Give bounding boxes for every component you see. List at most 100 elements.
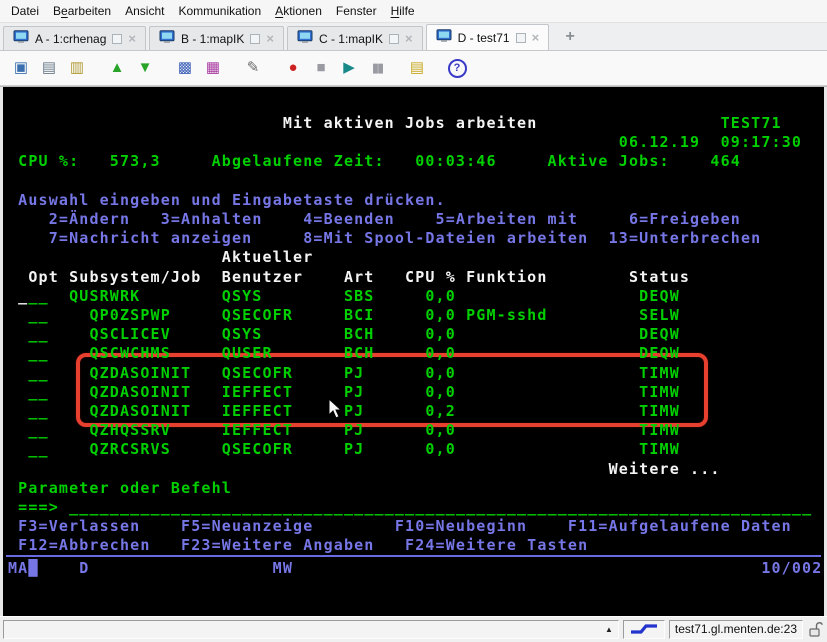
connection-icon <box>629 623 659 635</box>
toolbar: ▣ ▤ ▥ ▲ ▼ ▩ ▦ ✎ ● ■ ▶ ▮▮ ▤? <box>0 51 827 86</box>
menu-ansicht[interactable]: Ansicht <box>118 1 171 21</box>
terminal-text: Mit aktiven Jobs arbeiten <box>283 114 538 133</box>
menu-kommunikation[interactable]: Kommunikation <box>171 1 268 21</box>
terminal-text: PJ <box>344 383 364 402</box>
terminal-input-field[interactable]: __ <box>28 402 48 421</box>
terminal-text: TIMW <box>639 383 680 402</box>
terminal-text: 4=Beenden <box>303 210 395 229</box>
terminal-text: TIMW <box>639 421 680 440</box>
copy-icon[interactable]: ▤ <box>38 57 60 79</box>
status-message-field: ▲ <box>3 620 619 639</box>
menu-fenster[interactable]: Fenster <box>329 1 384 21</box>
tab-close-icon[interactable]: × <box>266 34 274 44</box>
terminal-input-field[interactable]: _ <box>18 287 28 306</box>
tab-close-icon[interactable]: × <box>405 34 413 44</box>
pause-macro-icon[interactable]: ▮▮ <box>366 57 388 79</box>
menu-datei[interactable]: Datei <box>4 1 46 21</box>
tab-d-test71[interactable]: D - test71× <box>426 24 550 50</box>
terminal-text: 13=Unterbrechen <box>609 229 762 248</box>
tab-label: B - 1:mapIK <box>181 32 244 46</box>
terminal-text: BCI <box>344 306 375 325</box>
terminal-text: 0,0 <box>425 421 456 440</box>
tab-a-1-crhenag[interactable]: A - 1:crhenag× <box>3 26 146 50</box>
play-macro-icon[interactable]: ▶ <box>338 57 360 79</box>
host-address-panel: test71.gl.menten.de:23 <box>669 620 803 639</box>
terminal-text: TEST71 <box>721 114 782 133</box>
scratchpad-icon[interactable]: ▤ <box>406 57 428 79</box>
terminal-input-field[interactable]: __ <box>28 287 48 306</box>
host-address: test71.gl.menten.de:23 <box>675 622 797 636</box>
status-history-arrow-icon[interactable]: ▲ <box>605 625 613 635</box>
terminal-text: SBS <box>344 287 375 306</box>
help-icon[interactable]: ? <box>446 57 468 79</box>
terminal-text: MA <box>8 559 28 578</box>
terminal-input-field[interactable]: __ <box>28 364 48 383</box>
terminal-input-field[interactable]: __ <box>28 383 48 402</box>
terminal-text: 7=Nachricht anzeigen <box>49 229 253 248</box>
tab-c-1-mapik[interactable]: C - 1:mapIK× <box>287 26 423 50</box>
color-mapping-icon[interactable]: ▦ <box>202 57 224 79</box>
terminal-text: F12=Abbrechen <box>18 536 150 555</box>
terminal-text: Aktueller <box>222 248 314 267</box>
menu-bearbeiten[interactable]: Bearbeiten <box>46 1 118 21</box>
menu-hilfe[interactable]: Hilfe <box>384 1 422 21</box>
terminal-text: TIMW <box>639 402 680 421</box>
terminal-text: 0,0 <box>425 287 456 306</box>
terminal-text: DEQW <box>639 325 680 344</box>
copy-screen-icon[interactable]: ▣ <box>10 57 32 79</box>
stop-macro-icon[interactable]: ■ <box>310 57 332 79</box>
terminal-text: QZDASOINIT <box>89 364 191 383</box>
terminal-text: Aktive Jobs: <box>548 152 670 171</box>
terminal-text: F24=Weitere Tasten <box>405 536 588 555</box>
edit-settings-icon[interactable]: ✎ <box>242 57 264 79</box>
send-file-icon[interactable]: ▲ <box>106 57 128 79</box>
tab-close-icon[interactable]: × <box>532 33 540 43</box>
terminal-input-field[interactable]: __ <box>28 440 48 459</box>
record-macro-icon[interactable]: ● <box>282 57 304 79</box>
terminal-text: █ <box>28 559 38 578</box>
menu-bar: DateiBearbeitenAnsichtKommunikationAktio… <box>0 0 827 23</box>
terminal-text: 06.12.19 09:17:30 <box>619 133 802 152</box>
terminal-text: QZDASOINIT <box>89 383 191 402</box>
terminal-text: 0,0 <box>425 364 456 383</box>
terminal-text: Opt <box>28 268 59 287</box>
terminal-text: 0,0 <box>425 440 456 459</box>
tab-restore-icon[interactable] <box>250 34 260 44</box>
terminal-text: 573,3 <box>110 152 161 171</box>
terminal-text: Benutzer <box>222 268 303 287</box>
terminal-screen[interactable]: Mit aktiven Jobs arbeiten TEST7106.12.19 … <box>3 87 824 616</box>
terminal-input-field[interactable]: __ <box>28 421 48 440</box>
tab-restore-icon[interactable] <box>389 34 399 44</box>
paste-icon[interactable]: ▥ <box>66 57 88 79</box>
terminal-text: QZRCSRVS <box>89 440 170 459</box>
session-monitor-icon <box>436 29 452 46</box>
terminal-text: F5=Neuanzeige <box>181 517 313 536</box>
terminal-area: Mit aktiven Jobs arbeiten TEST7106.12.19 … <box>0 86 827 616</box>
tab-close-icon[interactable]: × <box>128 34 136 44</box>
terminal-input-field[interactable]: __ <box>28 344 48 363</box>
tab-restore-icon[interactable] <box>112 34 122 44</box>
tab-b-1-mapik[interactable]: B - 1:mapIK × <box>149 26 284 50</box>
terminal-input-field[interactable]: ________________________________________… <box>69 498 812 517</box>
terminal-text: 0,0 <box>425 306 456 325</box>
terminal-input-field[interactable]: __ <box>28 325 48 344</box>
terminal-input-field[interactable]: __ <box>28 306 48 325</box>
terminal-text: F11=Aufgelaufene Daten <box>568 517 792 536</box>
terminal-text: QSYS <box>222 325 263 344</box>
terminal-text: F10=Neubeginn <box>395 517 527 536</box>
new-tab-button[interactable]: + <box>558 26 582 47</box>
receive-file-icon[interactable]: ▼ <box>134 57 156 79</box>
tab-restore-icon[interactable] <box>516 33 526 43</box>
terminal-text: 00:03:46 <box>415 152 496 171</box>
session-monitor-icon <box>297 30 313 47</box>
unlocked-padlock-icon <box>807 619 824 639</box>
terminal-text: IEFFECT <box>222 383 293 402</box>
display-sessions-icon[interactable]: ▩ <box>174 57 196 79</box>
session-monitor-icon <box>159 30 175 47</box>
terminal-text: 8=Mit Spool-Dateien arbeiten <box>303 229 588 248</box>
menu-aktionen[interactable]: Aktionen <box>268 1 329 21</box>
terminal-text: PJ <box>344 402 364 421</box>
terminal-text: Weitere ... <box>609 460 721 479</box>
terminal-text: MW <box>273 559 293 578</box>
terminal-text: 5=Arbeiten mit <box>436 210 579 229</box>
